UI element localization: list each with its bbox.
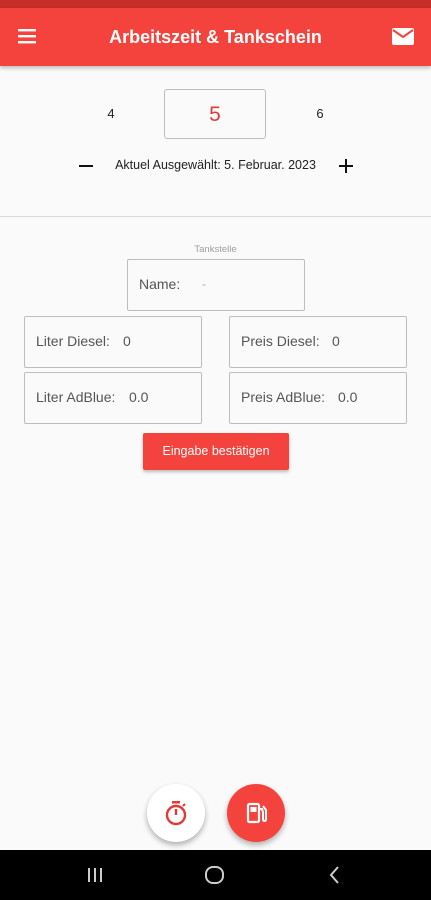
- mail-icon[interactable]: [389, 24, 419, 50]
- preis-adblue-label: Preis AdBlue:: [241, 389, 326, 405]
- minus-icon[interactable]: [76, 154, 96, 178]
- selected-date: Aktuel Ausgewählt: 5. Februar. 2023: [115, 158, 316, 172]
- liter-adblue-field[interactable]: Liter AdBlue: 0.0: [24, 372, 202, 424]
- app-bar: Arbeitszeit & Tankschein: [0, 8, 431, 66]
- system-nav-bar: [0, 850, 431, 900]
- timer-fab[interactable]: [147, 784, 205, 842]
- home-icon[interactable]: [202, 863, 228, 887]
- next-day[interactable]: 6: [305, 106, 335, 121]
- fuel-fab[interactable]: [227, 784, 285, 842]
- preis-adblue-value: 0.0: [338, 389, 358, 405]
- status-bar: [0, 0, 431, 8]
- confirm-button[interactable]: Eingabe bestätigen: [143, 433, 289, 470]
- liter-adblue-label: Liter AdBlue:: [36, 389, 116, 405]
- recents-icon[interactable]: [82, 863, 108, 887]
- plus-icon[interactable]: [336, 154, 356, 178]
- preis-diesel-field[interactable]: Preis Diesel: 0: [229, 316, 407, 368]
- liter-diesel-label: Liter Diesel:: [36, 333, 110, 349]
- previous-day[interactable]: 4: [96, 106, 126, 121]
- name-field[interactable]: Name: -: [127, 259, 305, 311]
- back-icon[interactable]: [322, 863, 348, 887]
- divider: [0, 216, 431, 217]
- section-label-tankstelle: Tankstelle: [194, 244, 237, 255]
- liter-adblue-value: 0.0: [129, 389, 149, 405]
- preis-diesel-value: 0: [332, 333, 340, 349]
- preis-diesel-label: Preis Diesel:: [241, 333, 320, 349]
- name-value: -: [202, 277, 206, 291]
- preis-adblue-field[interactable]: Preis AdBlue: 0.0: [229, 372, 407, 424]
- name-label: Name:: [139, 276, 181, 292]
- liter-diesel-field[interactable]: Liter Diesel: 0: [24, 316, 202, 368]
- app-title: Arbeitszeit & Tankschein: [109, 27, 322, 47]
- liter-diesel-value: 0: [123, 333, 131, 349]
- current-day[interactable]: 5: [164, 89, 266, 139]
